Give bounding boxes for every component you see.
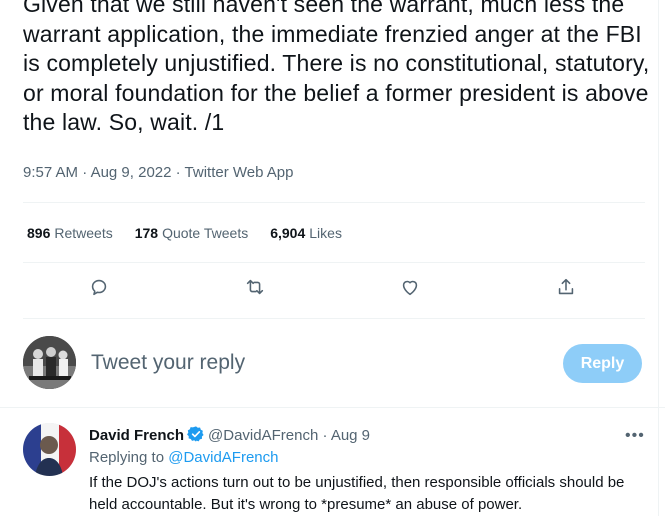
tweet-source[interactable]: Twitter Web App (185, 164, 294, 181)
header-separator: · (322, 427, 328, 444)
retweets-count: 896 (27, 225, 51, 241)
quote-tweets-stat[interactable]: 178 Quote Tweets (135, 225, 249, 241)
divider (23, 202, 645, 203)
tweet-time[interactable]: 9:57 AM (23, 164, 78, 181)
tweet-actions (0, 272, 665, 306)
likes-count: 6,904 (270, 225, 306, 241)
author-name[interactable]: David French (89, 427, 184, 444)
avatar-image (23, 336, 76, 389)
retweet-icon (246, 279, 264, 295)
verified-badge-icon (187, 426, 204, 442)
quotes-label: Quote Tweets (162, 225, 249, 241)
avatar-image (23, 423, 76, 476)
reply-date[interactable]: Aug 9 (331, 427, 370, 444)
retweet-button[interactable] (244, 276, 270, 302)
reply-tweet[interactable]: David French @DavidAFrench · Aug 9 ••• Re… (0, 410, 665, 516)
heart-icon (402, 280, 418, 296)
reply-header: David French @DavidAFrench · Aug 9 (89, 425, 370, 444)
more-options-icon[interactable]: ••• (625, 427, 645, 445)
retweets-label: Retweets (54, 225, 113, 241)
share-button[interactable] (555, 276, 581, 302)
divider (0, 407, 665, 408)
tweet-date[interactable]: Aug 9, 2022 (91, 164, 172, 181)
share-icon (558, 278, 574, 295)
meta-separator: · (175, 164, 181, 181)
like-button[interactable] (399, 276, 425, 302)
reply-composer: Tweet your reply Reply (0, 333, 665, 393)
reply-submit-button[interactable]: Reply (563, 344, 642, 383)
meta-separator: · (82, 164, 88, 181)
tweet-meta: 9:57 AM · Aug 9, 2022 · Twitter Web App (23, 164, 294, 181)
divider (23, 318, 645, 319)
tweet-stats: 896 Retweets 178 Quote Tweets 6,904 Likes (27, 225, 342, 241)
replying-to: Replying to @DavidAFrench (89, 449, 279, 466)
likes-label: Likes (309, 225, 342, 241)
author-handle[interactable]: @DavidAFrench (208, 427, 318, 444)
tweet-text: Given that we still haven't seen the war… (23, 0, 650, 135)
retweets-stat[interactable]: 896 Retweets (27, 225, 113, 241)
replying-to-link[interactable]: @DavidAFrench (168, 449, 278, 466)
reply-text: If the DOJ's actions turn out to be unju… (89, 474, 625, 513)
reply-button[interactable] (88, 276, 114, 302)
avatar[interactable] (23, 336, 76, 389)
replying-prefix: Replying to (89, 449, 165, 466)
quotes-count: 178 (134, 225, 159, 241)
reply-input[interactable]: Tweet your reply (91, 351, 245, 375)
likes-stat[interactable]: 6,904 Likes (270, 225, 342, 241)
reply-author-avatar[interactable] (23, 423, 76, 476)
reply-icon (91, 279, 107, 296)
divider (23, 262, 645, 263)
scrollbar[interactable] (658, 0, 665, 516)
